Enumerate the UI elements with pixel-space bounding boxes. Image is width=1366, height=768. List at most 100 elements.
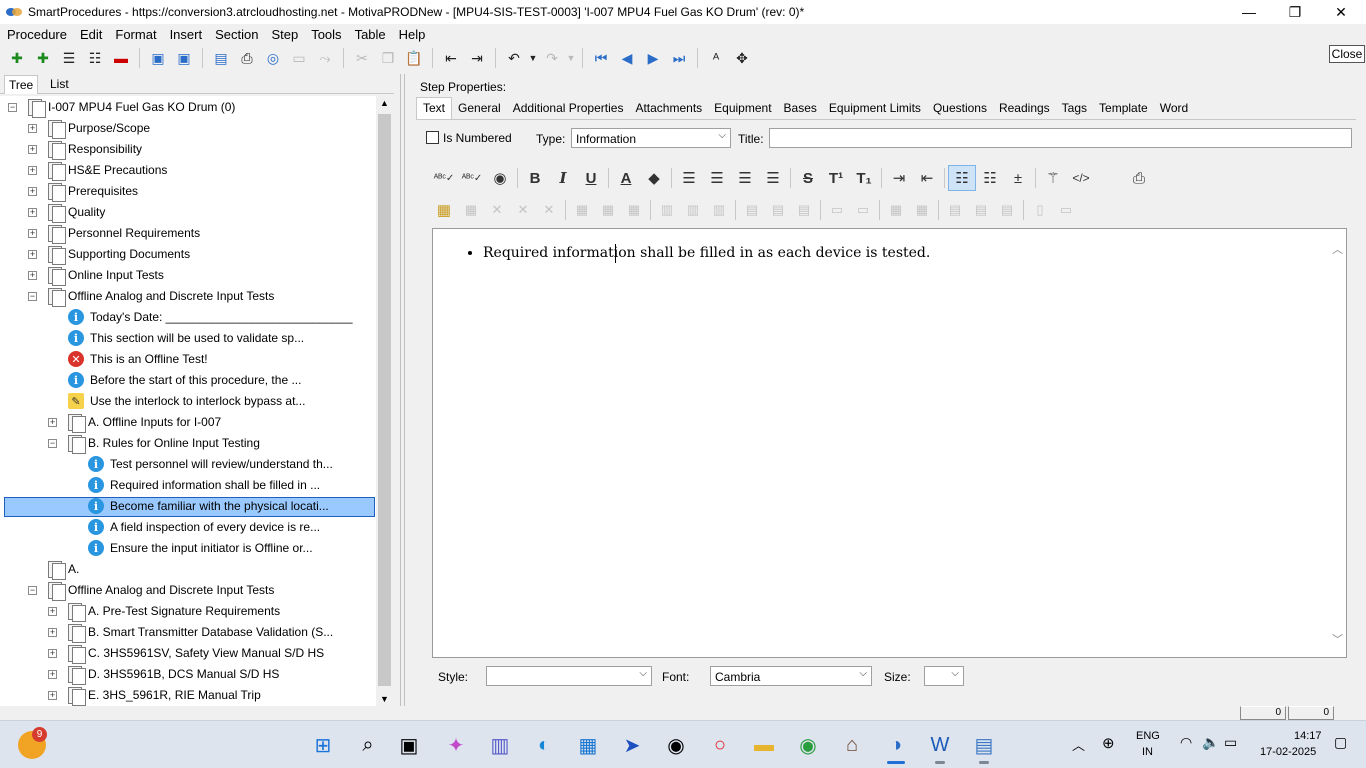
expand-icon[interactable]: +: [28, 249, 37, 259]
tab-general[interactable]: General: [452, 98, 507, 119]
teams-icon[interactable]: ▥: [484, 729, 516, 761]
expand-icon[interactable]: +: [48, 648, 57, 658]
scroll-up-icon[interactable]: ︿: [1332, 241, 1343, 257]
tree-node[interactable]: i Before the start of this procedure, the…: [68, 370, 301, 390]
menu-tools[interactable]: Tools: [311, 27, 341, 42]
close-button[interactable]: Close: [1329, 45, 1365, 63]
superscript-icon[interactable]: T¹: [822, 165, 850, 191]
vpn-icon[interactable]: ➤: [616, 729, 648, 761]
refresh-icon[interactable]: ◎: [260, 45, 286, 71]
expand-icon[interactable]: +: [48, 606, 57, 616]
horizontal-rule-icon[interactable]: ▭: [1053, 197, 1079, 223]
rich-text-editor[interactable]: Required information shall be filled in …: [432, 228, 1347, 658]
move-icon[interactable]: ✥: [729, 45, 755, 71]
delete-table-icon[interactable]: ✕: [484, 197, 510, 223]
scroll-down-icon[interactable]: ▼: [380, 694, 389, 704]
menu-format[interactable]: Format: [115, 27, 156, 42]
tree-node[interactable]: + E. 3HS_5961R, RIE Manual Trip: [48, 685, 261, 706]
paste-icon[interactable]: 📋: [401, 45, 427, 71]
undo-icon[interactable]: ↶: [501, 45, 527, 71]
tree-node[interactable]: − I-007 MPU4 Fuel Gas KO Drum (0): [8, 97, 235, 118]
tree-node[interactable]: ✎ Use the interlock to interlock bypass a…: [68, 391, 305, 411]
tab-word[interactable]: Word: [1154, 98, 1194, 119]
battery-icon[interactable]: ▭: [1224, 734, 1237, 751]
add-substep-icon[interactable]: ✚: [30, 45, 56, 71]
collapse-icon[interactable]: −: [8, 102, 17, 112]
tree-node[interactable]: + Online Input Tests: [28, 265, 164, 286]
align-center-icon[interactable]: ☰: [703, 165, 731, 191]
tab-equipment[interactable]: Equipment: [708, 98, 777, 119]
chrome-icon[interactable]: ◉: [792, 729, 824, 761]
tab-additional-properties[interactable]: Additional Properties: [507, 98, 630, 119]
first-step-icon[interactable]: ⏮: [588, 45, 614, 71]
expand-icon[interactable]: +: [28, 123, 37, 133]
menu-procedure[interactable]: Procedure: [7, 27, 67, 42]
list-detail-icon[interactable]: ☷: [82, 45, 108, 71]
pane-splitter[interactable]: [400, 74, 405, 706]
border-center-icon[interactable]: ▤: [968, 197, 994, 223]
tree-node[interactable]: + Quality: [28, 202, 105, 223]
desktop-app-icon[interactable]: ⌂: [836, 729, 868, 761]
list-icon[interactable]: ☰: [56, 45, 82, 71]
redo-action-icon[interactable]: ⤳: [312, 45, 338, 71]
tab-readings[interactable]: Readings: [993, 98, 1056, 119]
tree-node[interactable]: + Purpose/Scope: [28, 118, 150, 139]
align-right-icon[interactable]: ☰: [731, 165, 759, 191]
tab-bases[interactable]: Bases: [778, 98, 823, 119]
tree-node[interactable]: i Test personnel will review/understand t…: [88, 454, 333, 474]
remote-app-icon[interactable]: ▤: [968, 729, 1000, 764]
redo-dropdown-icon[interactable]: ▼: [565, 45, 577, 71]
justify-icon[interactable]: ☰: [759, 165, 787, 191]
previous-step-icon[interactable]: ◀: [614, 45, 640, 71]
image-icon[interactable]: ▯: [1027, 197, 1053, 223]
table-properties-icon[interactable]: ▦: [458, 197, 484, 223]
expand-icon[interactable]: +: [48, 627, 57, 637]
border-left-icon[interactable]: ▤: [942, 197, 968, 223]
title-input[interactable]: [769, 128, 1352, 148]
undo-dropdown-icon[interactable]: ▼: [527, 45, 539, 71]
expand-icon[interactable]: +: [28, 144, 37, 154]
tree-node[interactable]: + Supporting Documents: [28, 244, 190, 265]
cell-align-icon[interactable]: ▦: [883, 197, 909, 223]
font-select[interactable]: Cambria ⌵: [710, 666, 872, 686]
style-select[interactable]: ⌵: [486, 666, 652, 686]
tree-node[interactable]: − Offline Analog and Discrete Input Tests: [28, 286, 274, 307]
expand-icon[interactable]: +: [28, 228, 37, 238]
expand-icon[interactable]: +: [28, 165, 37, 175]
list-item[interactable]: Required information shall be filled in …: [483, 245, 930, 261]
tree-node[interactable]: i Ensure the input initiator is Offline o…: [88, 538, 313, 558]
merge-cells-icon[interactable]: ▭: [824, 197, 850, 223]
spellcheck-options-icon[interactable]: ᴬᴮᶜ✓: [458, 165, 486, 191]
tab-attachments[interactable]: Attachments: [629, 98, 708, 119]
expand-icon[interactable]: +: [28, 186, 37, 196]
chevron-up-icon[interactable]: ︿: [1072, 735, 1085, 754]
increase-indent-icon[interactable]: ⇥: [885, 165, 913, 191]
tab-list[interactable]: List: [46, 77, 73, 91]
last-step-icon[interactable]: ⏭: [666, 45, 692, 71]
tree-node[interactable]: + D. 3HS5961B, DCS Manual S/D HS: [48, 664, 279, 685]
tree-node[interactable]: + Personnel Requirements: [28, 223, 200, 244]
tree-node[interactable]: i This section will be used to validate s…: [68, 328, 304, 348]
menu-section[interactable]: Section: [215, 27, 258, 42]
tree-node[interactable]: − Offline Analog and Discrete Input Tests: [28, 580, 274, 601]
collapse-icon[interactable]: −: [28, 291, 37, 301]
numbered-list-icon[interactable]: ☷: [976, 165, 1004, 191]
save-all-icon[interactable]: ▣: [145, 45, 171, 71]
menu-insert[interactable]: Insert: [170, 27, 203, 42]
indent-icon[interactable]: ⇥: [464, 45, 490, 71]
expand-icon[interactable]: +: [28, 207, 37, 217]
cut-icon[interactable]: ✂: [349, 45, 375, 71]
close-window-button[interactable]: ✕: [1318, 0, 1364, 24]
tree-node[interactable]: + Prerequisites: [28, 181, 138, 202]
tree-node[interactable]: + A. Pre-Test Signature Requirements: [48, 601, 280, 622]
file-explorer-icon[interactable]: ▬: [748, 729, 780, 761]
menu-step[interactable]: Step: [271, 27, 298, 42]
type-select[interactable]: Information ⌵: [571, 128, 731, 148]
html-source-icon[interactable]: </>: [1067, 165, 1095, 191]
highlight-color-icon[interactable]: ◆: [640, 165, 668, 191]
print-icon[interactable]: ⎙: [234, 45, 260, 71]
subscript-icon[interactable]: T₁: [850, 165, 878, 191]
decrease-indent-icon[interactable]: ⇤: [913, 165, 941, 191]
tab-tree[interactable]: Tree: [4, 75, 39, 94]
delete-icon[interactable]: ▬: [108, 45, 134, 71]
